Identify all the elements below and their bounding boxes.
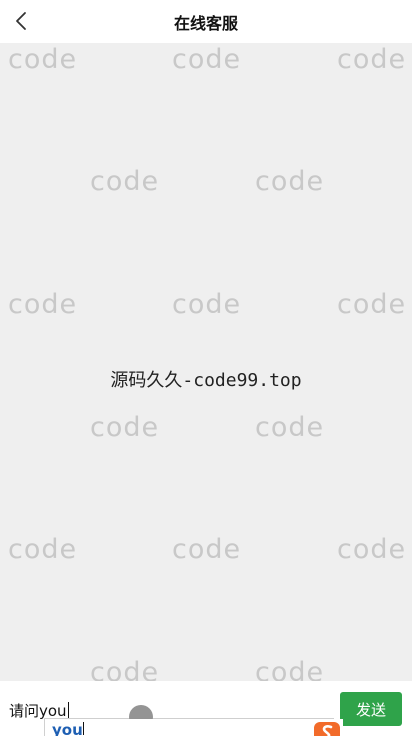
watermark: code	[337, 534, 407, 565]
watermark: code	[8, 534, 78, 565]
suggestion-caret	[83, 722, 84, 735]
ime-suggestion-bar[interactable]: you	[44, 719, 343, 736]
watermark: code	[172, 534, 242, 565]
send-button[interactable]: 发送	[340, 692, 402, 726]
back-button[interactable]	[8, 8, 34, 34]
watermark: code	[8, 44, 78, 75]
page-title: 在线客服	[173, 13, 238, 33]
watermark: code	[255, 412, 325, 443]
watermark: code	[90, 412, 160, 443]
watermark: code	[337, 44, 407, 75]
top-nav-bar: 在线客服	[0, 0, 412, 43]
sogou-s-icon[interactable]	[312, 720, 342, 736]
text-caret	[67, 702, 69, 718]
watermark: code	[8, 289, 78, 320]
chat-area[interactable]: code code code code code code code code …	[0, 43, 412, 681]
chevron-left-icon	[16, 12, 26, 30]
watermark: code	[255, 657, 325, 681]
watermark: code	[255, 166, 325, 197]
watermark: code	[90, 657, 160, 681]
ime-suggestion-word[interactable]: you	[52, 721, 83, 736]
watermark: code	[172, 289, 242, 320]
watermark: code	[172, 44, 242, 75]
watermark: code	[337, 289, 407, 320]
message-input-bar: 请问you 发送 you	[0, 681, 412, 736]
watermark: code	[90, 166, 160, 197]
site-watermark-text: 源码久久-code99.top	[110, 370, 302, 391]
